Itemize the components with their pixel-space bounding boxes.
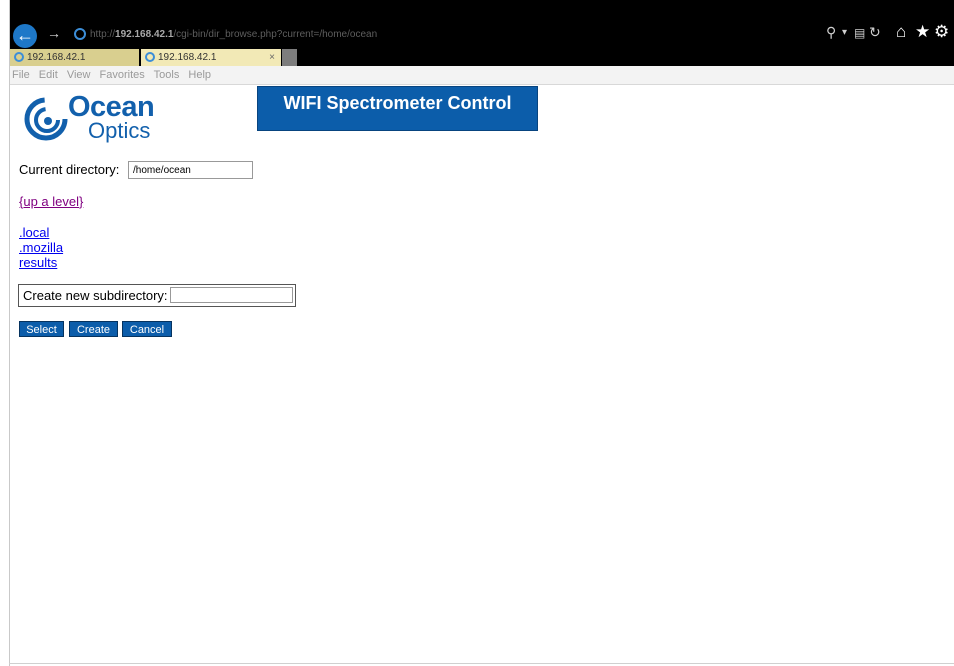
search-icon[interactable]: ⚲: [826, 24, 836, 41]
current-directory-label: Current directory:: [19, 162, 120, 177]
address-bar[interactable]: http://192.168.42.1/cgi-bin/dir_browse.p…: [70, 26, 820, 44]
menu-edit[interactable]: Edit: [39, 69, 58, 81]
ie-favicon-icon: [74, 28, 86, 41]
dir-link-results[interactable]: results: [19, 255, 57, 270]
menu-tools[interactable]: Tools: [154, 69, 180, 81]
tab-1-label: 192.168.42.1: [27, 52, 86, 63]
back-arrow-icon[interactable]: ←: [13, 24, 37, 48]
menu-bar: File Edit View Favorites Tools Help: [10, 66, 954, 85]
home-icon[interactable]: ⌂: [896, 22, 906, 42]
dropdown-arrow-icon[interactable]: ▾: [842, 27, 847, 38]
new-subdirectory-input[interactable]: [170, 287, 293, 303]
cancel-button[interactable]: Cancel: [122, 321, 172, 337]
new-subdirectory-label: Create new subdirectory:: [23, 288, 168, 303]
menu-help[interactable]: Help: [188, 69, 211, 81]
settings-gear-icon[interactable]: ⚙: [934, 22, 949, 42]
compatibility-icon[interactable]: ▤: [854, 26, 865, 40]
tab-2-active[interactable]: 192.168.42.1 ×: [141, 49, 281, 66]
tab-strip: 192.168.42.1 192.168.42.1 ×: [10, 49, 954, 66]
dir-link-local[interactable]: .local: [19, 225, 49, 240]
select-button[interactable]: Select: [19, 321, 64, 337]
refresh-icon[interactable]: ↻: [869, 24, 881, 41]
new-subdirectory-form: Create new subdirectory:: [18, 284, 296, 307]
dir-link-mozilla[interactable]: .mozilla: [19, 240, 63, 255]
new-tab-button[interactable]: [282, 49, 297, 66]
window-bottom-border: [9, 663, 954, 664]
create-button[interactable]: Create: [69, 321, 118, 337]
page-banner: WIFI Spectrometer Control: [257, 86, 538, 131]
address-path: /cgi-bin/dir_browse.php?current=/home/oc…: [173, 29, 378, 40]
forward-arrow-icon[interactable]: →: [47, 25, 61, 41]
menu-view[interactable]: View: [67, 69, 91, 81]
ocean-optics-logo: Ocean Optics: [24, 92, 164, 148]
tab-close-icon[interactable]: ×: [269, 49, 275, 66]
ie-favicon-icon: [145, 52, 155, 63]
address-host: 192.168.42.1: [115, 29, 174, 40]
tab-2-label: 192.168.42.1: [158, 52, 217, 63]
ie-favicon-icon: [14, 52, 24, 63]
tab-1[interactable]: 192.168.42.1: [10, 49, 139, 66]
menu-favorites[interactable]: Favorites: [100, 69, 145, 81]
current-directory-field[interactable]: /home/ocean: [128, 161, 253, 179]
logo-text-optics: Optics: [88, 118, 151, 143]
window-border: [9, 0, 10, 666]
address-prefix: http://: [90, 29, 116, 40]
favorites-star-icon[interactable]: ★: [915, 22, 930, 42]
up-a-level-link[interactable]: {up a level}: [19, 194, 83, 209]
menu-file[interactable]: File: [12, 69, 30, 81]
